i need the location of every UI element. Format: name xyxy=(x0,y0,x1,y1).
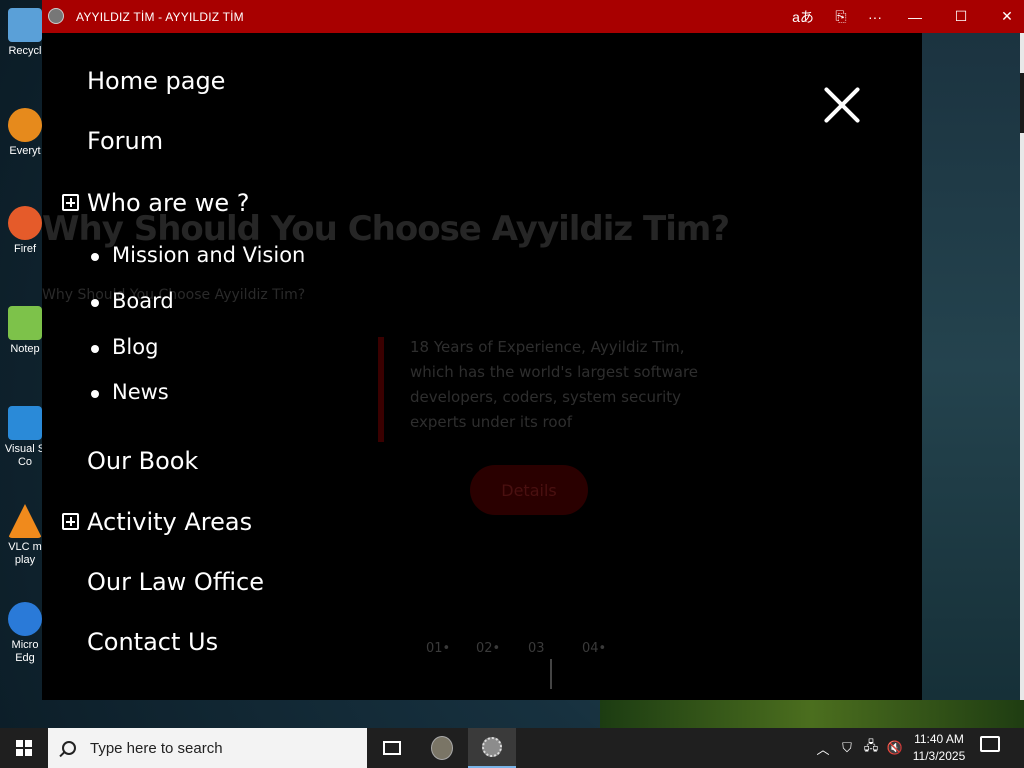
clock-date: 11/3/2025 xyxy=(912,749,966,763)
submenu-item-mission-vision[interactable]: Mission and Vision xyxy=(90,243,305,267)
search-icon xyxy=(62,741,76,755)
start-button[interactable] xyxy=(0,728,48,768)
taskbar-app-active[interactable] xyxy=(468,728,516,768)
submenu-item-blog[interactable]: Blog xyxy=(90,335,158,359)
expand-plus-icon[interactable] xyxy=(62,513,79,530)
menu-item-forum[interactable]: Forum xyxy=(87,127,163,155)
submenu-item-board[interactable]: Board xyxy=(91,289,174,313)
notepad-icon xyxy=(8,306,42,340)
tray-security-icon[interactable]: ⛉ xyxy=(836,728,858,768)
vscode-icon xyxy=(8,406,42,440)
navigation-overlay-menu: Home page Forum Who are we ? Mission and… xyxy=(42,33,922,700)
edge-icon xyxy=(8,602,42,636)
menu-item-our-law-office[interactable]: Our Law Office xyxy=(87,568,264,596)
maximize-button[interactable]: ☐ xyxy=(944,0,978,33)
chevron-up-icon: ︿ xyxy=(816,741,830,757)
windows-logo-icon xyxy=(16,740,32,756)
page-content: Why Should You Choose Ayyildiz Tim? Why … xyxy=(42,33,1024,700)
shield-icon: ⛉ xyxy=(842,740,852,755)
network-icon: 🖧 xyxy=(863,738,879,753)
close-window-button[interactable]: ✕ xyxy=(990,0,1024,33)
menu-item-label: Who are we ? xyxy=(87,189,250,217)
app-logo-icon xyxy=(48,8,64,24)
background-side-image xyxy=(922,33,1024,700)
menu-item-label: Activity Areas xyxy=(87,508,253,536)
menu-item-home-page[interactable]: Home page xyxy=(87,67,225,95)
tray-network-icon[interactable]: 🖧 xyxy=(860,728,882,768)
title-bar[interactable]: AYYILDIZ TİM - AYYILDIZ TİM aあ ⎘ ··· — ☐… xyxy=(42,0,1024,33)
tray-volume-icon[interactable]: 🔇 xyxy=(884,728,906,768)
close-icon[interactable] xyxy=(822,85,862,125)
vlc-icon xyxy=(8,504,42,538)
menu-item-activity-areas[interactable]: Activity Areas xyxy=(62,508,253,536)
search-placeholder: Type here to search xyxy=(90,739,223,757)
menu-item-our-book[interactable]: Our Book xyxy=(87,447,198,475)
translate-button[interactable]: aあ xyxy=(786,0,820,33)
taskbar-app-pinned[interactable] xyxy=(418,728,466,768)
volume-muted-icon: 🔇 xyxy=(886,740,904,755)
more-options-button[interactable]: ··· xyxy=(858,0,892,33)
submenu-item-news[interactable]: News xyxy=(91,380,169,404)
taskbar: Type here to search ︿ ⛉ 🖧 🔇 11:40 AM 11/… xyxy=(0,728,1024,768)
active-app-icon xyxy=(482,737,502,757)
firefox-icon xyxy=(8,206,42,240)
show-hidden-icons-button[interactable]: ︿ xyxy=(812,728,834,768)
page-scrollbar[interactable] xyxy=(1020,33,1024,700)
taskbar-search-box[interactable]: Type here to search xyxy=(48,728,367,768)
clock-time: 11:40 AM xyxy=(914,732,964,746)
scrollbar-thumb[interactable] xyxy=(1020,73,1024,133)
window-title: AYYILDIZ TİM - AYYILDIZ TİM xyxy=(76,10,244,24)
everything-icon xyxy=(8,108,42,142)
minimize-button[interactable]: — xyxy=(898,0,932,33)
recycle-bin-icon xyxy=(8,8,42,42)
expand-plus-icon[interactable] xyxy=(62,194,79,211)
menu-item-who-are-we[interactable]: Who are we ? xyxy=(62,189,250,217)
task-view-icon xyxy=(383,741,401,755)
reader-mode-button[interactable]: ⎘ xyxy=(824,0,858,33)
pinned-app-icon xyxy=(431,736,453,760)
system-clock[interactable]: 11:40 AM 11/3/2025 xyxy=(906,731,972,765)
menu-item-contact-us[interactable]: Contact Us xyxy=(87,628,218,656)
task-view-button[interactable] xyxy=(368,728,416,768)
notification-icon[interactable] xyxy=(980,736,1000,752)
browser-app-window: AYYILDIZ TİM - AYYILDIZ TİM aあ ⎘ ··· — ☐… xyxy=(42,0,1024,700)
